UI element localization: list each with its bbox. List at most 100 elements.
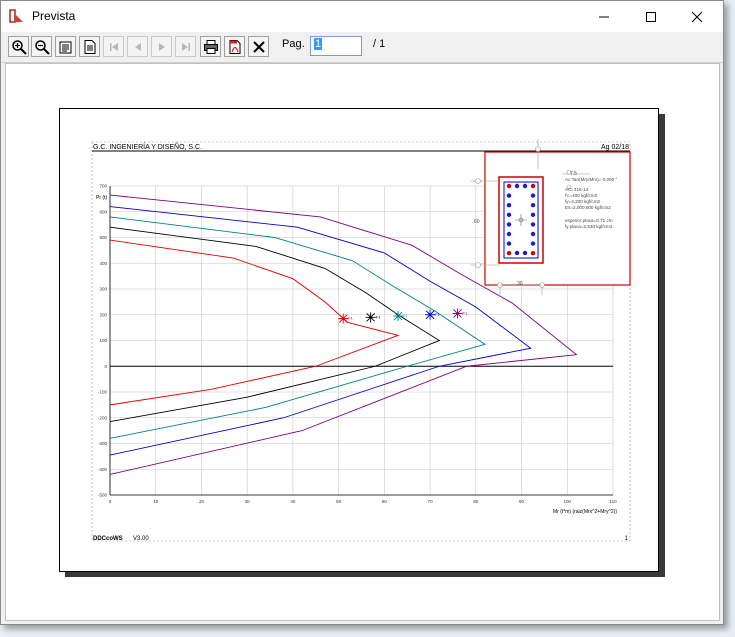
load-point-marker: [338, 313, 349, 324]
page-total: / 1: [373, 38, 386, 50]
first-page-button[interactable]: [103, 36, 124, 57]
rebar-bar: [506, 251, 512, 256]
y-tick-label: -100: [98, 390, 108, 395]
app-logo-icon: [9, 9, 23, 23]
section-property-line: espesor placa=0.71 cm: [565, 218, 613, 223]
section-property-line: ACI 318-14: [565, 187, 589, 192]
printer-icon: [203, 39, 218, 54]
y-tick-label: 600: [99, 209, 107, 214]
rebar-bar: [530, 203, 536, 208]
section-property-line: Es=2,000,000 kgf/cm2: [565, 205, 611, 210]
rebar-bar: [530, 193, 536, 198]
x-tick-label: 60: [382, 499, 388, 504]
x-tick-label: 20: [199, 499, 205, 504]
rebar-bar: [506, 231, 512, 237]
rebar-bar: [506, 241, 512, 246]
section-property-line: f'c=400 kgf/cm2: [565, 193, 598, 198]
y-axis-label: Pr (t): [96, 195, 107, 201]
load-point-label: F1: [463, 310, 468, 315]
x-axis-label: Mr (t*m) (raiz(Mrx^2+Mry^2)): [553, 509, 617, 515]
page-width-icon: [59, 41, 71, 53]
section-property-line: Ac.Tan(Mry/Mrx)= 0.000 °: [565, 177, 617, 182]
load-point-label: F1: [403, 313, 408, 318]
footer-page: 1: [625, 536, 629, 542]
interaction-curve: [109, 216, 487, 439]
y-tick-label: 300: [99, 287, 107, 292]
section-property-line: fy=4,200 kgf/cm2: [565, 199, 601, 204]
minimize-icon: [599, 16, 609, 17]
zoom-out-button[interactable]: [31, 36, 52, 57]
last-page-icon: [181, 42, 190, 51]
export-pdf-button[interactable]: [224, 36, 245, 57]
rebar-bar: [530, 183, 536, 189]
y-tick-label: 200: [99, 312, 107, 317]
maximize-icon: [646, 11, 656, 22]
zoom-in-icon: [11, 39, 27, 55]
page-width-button[interactable]: [55, 36, 76, 57]
dim-height: 60: [474, 219, 480, 225]
page-number-input[interactable]: 1: [310, 36, 362, 56]
rebar-bar: [530, 231, 536, 237]
rebar-bar: [514, 250, 520, 256]
load-point-marker: [425, 309, 436, 320]
x-tick-label: 50: [336, 499, 342, 504]
previous-page-button[interactable]: [127, 36, 148, 57]
x-tick-label: 10: [153, 499, 159, 504]
page-label: Pag.: [282, 38, 305, 50]
y-tick-label: -400: [98, 467, 108, 472]
toolbar: Pag. 1 / 1: [1, 32, 723, 63]
whole-page-button[interactable]: [79, 36, 100, 57]
footer-program: DDCcoWS: [93, 536, 123, 542]
close-icon: [691, 11, 703, 22]
y-tick-label: -300: [98, 441, 108, 446]
load-point-label: F1: [376, 314, 381, 319]
rebar-bar: [530, 241, 536, 246]
header-company: G.C. INGENIERÍA Y DISEÑO, S.C.: [93, 142, 202, 151]
title-bar[interactable]: Prevista: [1, 1, 723, 32]
rebar-bar: [530, 251, 536, 256]
header-date: Ag 02/18: [601, 144, 629, 151]
zoom-out-icon: [34, 39, 50, 55]
load-point-marker: [393, 311, 404, 322]
rebar-bar: [506, 222, 512, 227]
y-tick-label: 100: [99, 338, 107, 343]
previous-page-icon: [134, 42, 141, 51]
y-tick-label: -200: [98, 415, 108, 420]
page-number-value: 1: [314, 38, 323, 50]
dim-width: 30: [517, 281, 523, 287]
report-drawing: G.C. INGENIERÍA Y DISEÑO, S.C. Ag 02/18 …: [91, 139, 631, 542]
section-panel: 7.5 60 30 Ac.Tan(Mry/Mrx)= 0.000 °ACI 31…: [470, 139, 631, 295]
load-point-label: F1: [348, 316, 353, 321]
rebar-bar: [530, 212, 536, 217]
maximize-button[interactable]: [628, 1, 674, 32]
rebar-bar: [506, 183, 512, 189]
close-button[interactable]: [674, 1, 720, 32]
zoom-in-button[interactable]: [8, 36, 29, 57]
x-tick-label: 110: [609, 499, 617, 504]
whole-page-icon: [84, 39, 95, 54]
section-property-line: fy placa=2,530 kgf/cm2: [565, 224, 613, 229]
print-button[interactable]: [200, 36, 221, 57]
minimize-button[interactable]: [581, 1, 627, 32]
close-preview-button[interactable]: [248, 36, 269, 57]
last-page-button[interactable]: [175, 36, 196, 57]
interaction-curve: [109, 239, 400, 406]
next-page-button[interactable]: [151, 36, 172, 57]
rebar-bar: [506, 203, 512, 208]
first-page-icon: [109, 42, 118, 51]
x-tick-label: 70: [428, 499, 434, 504]
rebar-bar: [506, 193, 512, 198]
footer-version: V3.00: [133, 536, 149, 542]
x-tick-label: 100: [564, 499, 572, 504]
y-tick-label: 0: [104, 364, 107, 369]
window-title: Prevista: [32, 9, 76, 23]
x-tick-label: 40: [290, 499, 296, 504]
rebar-bar: [514, 183, 520, 189]
x-tick-label: 80: [473, 499, 479, 504]
pdf-icon: [229, 39, 240, 54]
report-page: G.C. INGENIERÍA Y DISEÑO, S.C. Ag 02/18 …: [59, 108, 659, 572]
load-point-label: F1: [435, 312, 440, 317]
close-x-icon: [252, 40, 265, 53]
rebar-bar: [506, 212, 512, 217]
y-tick-label: -500: [98, 493, 108, 498]
